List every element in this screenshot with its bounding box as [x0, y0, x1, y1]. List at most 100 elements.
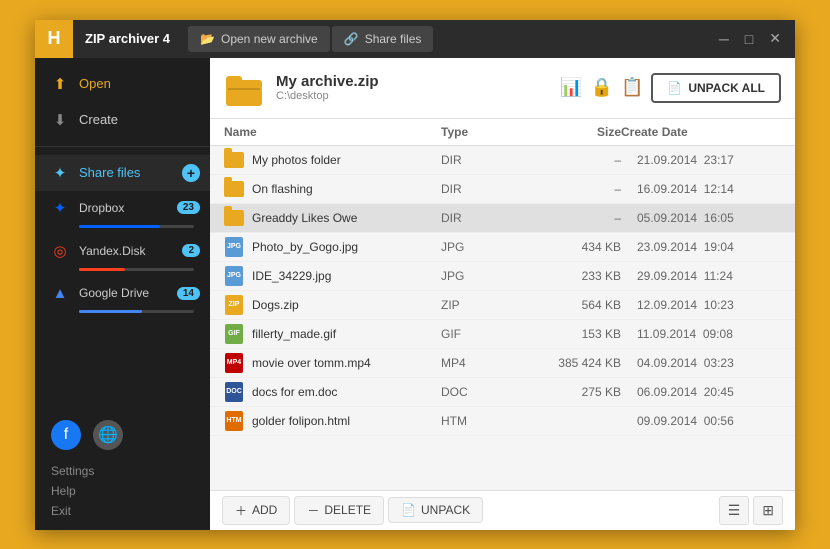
table-row[interactable]: MP4 movie over tomm.mp4 MP4 385 424 KB 0… — [210, 349, 795, 378]
exit-link[interactable]: Exit — [51, 504, 194, 518]
file-list: My photos folder DIR – 21.09.2014 23:17 … — [210, 146, 795, 490]
col-name-header: Name — [224, 125, 441, 139]
file-date: 11.09.2014 09:08 — [621, 327, 781, 341]
stats-icon[interactable]: 📊 — [560, 77, 582, 98]
list-view-button[interactable]: ☰ — [719, 496, 750, 525]
table-row[interactable]: ZIP Dogs.zip ZIP 564 KB 12.09.2014 10:23 — [210, 291, 795, 320]
google-progress-bar — [79, 310, 142, 313]
file-size: 564 KB — [521, 298, 621, 312]
sidebar: ⬆ Open ⬇ Create ✦ Share files + ✦ Dropbo… — [35, 58, 210, 530]
help-link[interactable]: Help — [51, 484, 194, 498]
file-icon-container: DOC — [224, 383, 244, 401]
sidebar-item-open[interactable]: ⬆ Open — [35, 66, 210, 102]
add-button[interactable]: ＋ ADD — [222, 496, 290, 525]
app-logo: H — [35, 20, 73, 58]
open-archive-button[interactable]: 📂 Open new archive — [188, 26, 330, 52]
file-name: Greaddy Likes Owe — [252, 211, 357, 225]
file-size: 434 KB — [521, 240, 621, 254]
yandex-progress — [79, 268, 194, 271]
dropbox-progress-bar — [79, 225, 160, 228]
table-row[interactable]: GIF fillerty_made.gif GIF 153 KB 11.09.2… — [210, 320, 795, 349]
archive-header: My archive.zip C:\desktop 📊 🔒 📋 📄 UNPACK… — [210, 58, 795, 119]
table-row[interactable]: JPG Photo_by_Gogo.jpg JPG 434 KB 23.09.2… — [210, 233, 795, 262]
delete-button[interactable]: － DELETE — [294, 496, 384, 525]
mp4-file-icon: MP4 — [225, 353, 243, 373]
facebook-icon[interactable]: f — [51, 420, 81, 450]
table-row[interactable]: My photos folder DIR – 21.09.2014 23:17 — [210, 146, 795, 175]
table-row[interactable]: DOC docs for em.doc DOC 275 KB 06.09.201… — [210, 378, 795, 407]
col-date-header: Create Date — [621, 125, 781, 139]
file-name-cell: My photos folder — [224, 151, 441, 169]
file-size: 153 KB — [521, 327, 621, 341]
file-name: On flashing — [252, 182, 313, 196]
settings-link[interactable]: Settings — [51, 464, 194, 478]
file-name: movie over tomm.mp4 — [252, 356, 371, 370]
dropbox-progress — [79, 225, 194, 228]
unpack-button[interactable]: 📄 UNPACK — [388, 497, 483, 523]
sidebar-item-yandex[interactable]: ◎ Yandex.Disk 2 — [35, 234, 210, 268]
link-icon: 🔗 — [344, 32, 359, 46]
yandex-progress-bar — [79, 268, 125, 271]
file-name-cell: JPG Photo_by_Gogo.jpg — [224, 238, 441, 256]
info-icon[interactable]: 📋 — [621, 77, 643, 98]
file-icon-container: HTM — [224, 412, 244, 430]
file-name-cell: JPG IDE_34229.jpg — [224, 267, 441, 285]
share-files-button[interactable]: 🔗 Share files — [332, 26, 434, 52]
google-icon: ▲ — [51, 285, 69, 302]
zip-file-icon: ZIP — [225, 295, 243, 315]
unpack-icon: 📄 — [667, 81, 682, 95]
share-icon: ✦ — [51, 164, 69, 182]
file-type: HTM — [441, 414, 521, 428]
folder-dir-icon — [224, 181, 244, 197]
file-type: MP4 — [441, 356, 521, 370]
col-size-header: Size — [521, 125, 621, 139]
file-name: golder folipon.html — [252, 414, 350, 428]
table-row[interactable]: HTM golder folipon.html HTM 09.09.2014 0… — [210, 407, 795, 436]
web-icon[interactable]: 🌐 — [93, 420, 123, 450]
file-date: 16.09.2014 12:14 — [621, 182, 781, 196]
sidebar-item-google[interactable]: ▲ Google Drive 14 — [35, 277, 210, 310]
sidebar-item-create[interactable]: ⬇ Create — [35, 102, 210, 138]
file-size: – — [521, 153, 621, 167]
title-bar: H ZIP archiver 4 📂 Open new archive 🔗 Sh… — [35, 20, 795, 58]
file-name-cell: MP4 movie over tomm.mp4 — [224, 354, 441, 372]
file-date: 06.09.2014 20:45 — [621, 385, 781, 399]
close-button[interactable]: ✕ — [765, 28, 785, 49]
title-bar-actions: 📂 Open new archive 🔗 Share files — [182, 26, 439, 52]
file-icon-container — [224, 209, 244, 227]
window-controls: ─ □ ✕ — [705, 28, 795, 49]
file-type: DIR — [441, 211, 521, 225]
file-name-cell: Greaddy Likes Owe — [224, 209, 441, 227]
file-date: 09.09.2014 00:56 — [621, 414, 781, 428]
folder-dir-icon — [224, 210, 244, 226]
minimize-button[interactable]: ─ — [715, 29, 733, 49]
dropbox-badge: 23 — [177, 201, 200, 214]
maximize-button[interactable]: □ — [741, 29, 757, 49]
lock-icon[interactable]: 🔒 — [591, 77, 613, 98]
col-type-header: Type — [441, 125, 521, 139]
file-name: IDE_34229.jpg — [252, 269, 331, 283]
file-date: 29.09.2014 11:24 — [621, 269, 781, 283]
sidebar-item-share[interactable]: ✦ Share files + — [35, 155, 210, 191]
file-name-cell: HTM golder folipon.html — [224, 412, 441, 430]
jpg-file-icon: JPG — [225, 266, 243, 286]
file-type: ZIP — [441, 298, 521, 312]
archive-info: My archive.zip C:\desktop — [276, 73, 548, 102]
sidebar-item-dropbox[interactable]: ✦ Dropbox 23 — [35, 191, 210, 225]
file-type: JPG — [441, 269, 521, 283]
yandex-icon: ◎ — [51, 242, 69, 260]
unpack-all-button[interactable]: 📄 UNPACK ALL — [651, 73, 781, 103]
file-name: My photos folder — [252, 153, 341, 167]
table-row[interactable]: On flashing DIR – 16.09.2014 12:14 — [210, 175, 795, 204]
google-progress — [79, 310, 194, 313]
file-icon-container: JPG — [224, 267, 244, 285]
sidebar-bottom: f 🌐 Settings Help Exit — [35, 408, 210, 530]
table-row[interactable]: Greaddy Likes Owe DIR – 05.09.2014 16:05 — [210, 204, 795, 233]
file-type: DIR — [441, 153, 521, 167]
social-icons: f 🌐 — [51, 420, 194, 450]
table-row[interactable]: JPG IDE_34229.jpg JPG 233 KB 29.09.2014 … — [210, 262, 795, 291]
grid-view-button[interactable]: ⊞ — [753, 496, 783, 525]
app-window: H ZIP archiver 4 📂 Open new archive 🔗 Sh… — [35, 20, 795, 530]
file-type: DIR — [441, 182, 521, 196]
file-date: 23.09.2014 19:04 — [621, 240, 781, 254]
